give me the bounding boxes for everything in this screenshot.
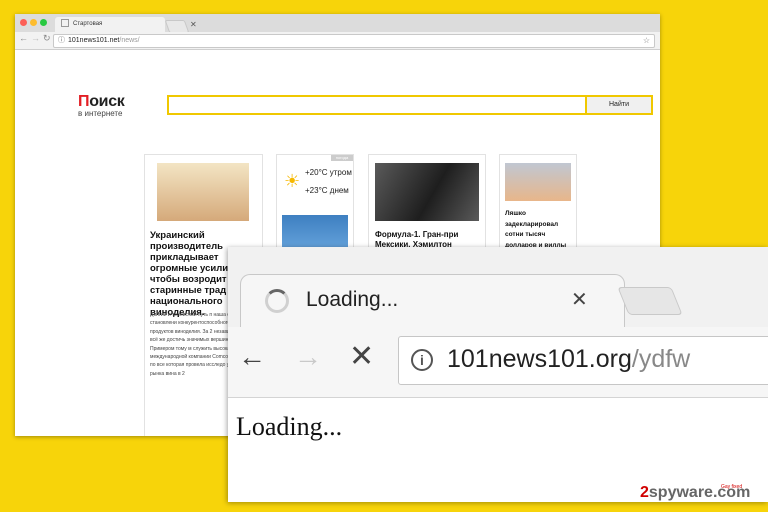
zoom-window-button[interactable] (40, 19, 47, 26)
browser-toolbar: ← → ✕ i 101news101.org/ydfw (228, 327, 768, 398)
browser-toolbar: ← → ↻ ⓘ 101news101.net/news/ ☆ (15, 32, 660, 50)
close-icon[interactable]: ✕ (571, 287, 588, 312)
day-temperature: +23°C днем (305, 186, 349, 195)
search-logo: Поиск в интернете (78, 93, 125, 118)
page-loading-text: Loading... (236, 412, 343, 441)
morning-temperature: +20°C утром (305, 168, 352, 177)
watermark-subtext: Gay fixed (721, 484, 743, 490)
search-input[interactable] (167, 95, 589, 115)
page-icon (61, 19, 69, 28)
sun-icon: ☀ (284, 171, 301, 191)
politician-photo (505, 163, 571, 201)
back-arrow-icon[interactable]: ← (19, 33, 28, 43)
tab-title: Стартовая (73, 21, 103, 27)
url-path: /news/ (119, 37, 140, 44)
wine-bottles-image (157, 163, 249, 221)
new-tab-button[interactable] (617, 287, 683, 315)
forward-arrow-icon[interactable]: → (294, 341, 322, 373)
address-bar[interactable]: i 101news101.org/ydfw (398, 336, 768, 385)
back-arrow-icon[interactable]: ← (238, 341, 266, 373)
tab-startpage[interactable]: Стартовая ✕ (55, 17, 197, 32)
loading-spinner-icon (265, 289, 289, 313)
tab-loading[interactable] (240, 274, 625, 328)
search-button[interactable]: Найти (585, 95, 653, 115)
close-window-button[interactable] (20, 19, 27, 26)
url-host: 101news101.net (68, 37, 120, 44)
weather-tag: погода (331, 155, 353, 161)
forward-arrow-icon[interactable]: → (31, 33, 40, 43)
news-headline[interactable]: Ляшко задекларировал сотни тысяч долларо… (505, 209, 575, 251)
logo-subtitle: в интернете (78, 109, 123, 118)
tab-strip: Стартовая ✕ (15, 14, 660, 33)
url-path: /ydfw (631, 345, 691, 373)
tab-title: Loading... (306, 288, 399, 311)
minimize-window-button[interactable] (30, 19, 37, 26)
address-bar[interactable]: ⓘ 101news101.net/news/ ☆ (53, 34, 655, 48)
info-icon: ⓘ (58, 37, 65, 44)
stop-icon[interactable]: ✕ (349, 339, 374, 374)
logo-word: оиск (89, 93, 125, 110)
race-car-image (375, 163, 479, 221)
url-host: 101news101.org (447, 345, 632, 373)
logo-first-letter: П (78, 93, 90, 110)
close-icon[interactable]: ✕ (190, 17, 197, 32)
bookmark-star-icon[interactable]: ☆ (643, 35, 650, 47)
reload-icon[interactable]: ↻ (43, 33, 51, 44)
info-icon[interactable]: i (411, 349, 433, 371)
watermark-digit: 2 (640, 484, 649, 501)
foreground-browser-window: Loading... ✕ ← → ✕ i 101news101.org/ydfw… (228, 247, 768, 502)
